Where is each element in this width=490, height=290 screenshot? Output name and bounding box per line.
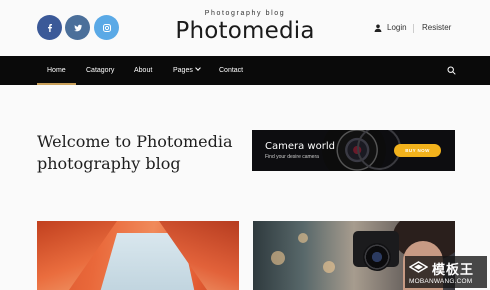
banner-title: Camera world (265, 141, 335, 152)
post-image-tent[interactable] (37, 221, 239, 290)
site-tagline: Photography blog (204, 10, 286, 17)
bokeh-light (298, 233, 308, 243)
nav-item-category[interactable]: Catagory (86, 56, 114, 85)
nav-item-contact[interactable]: Contact (219, 56, 243, 85)
site-logo-text[interactable]: Photomedia (0, 18, 490, 44)
nav-item-pages[interactable]: Pages (173, 56, 201, 85)
bokeh-light (323, 261, 335, 273)
search-icon[interactable] (447, 66, 456, 75)
nav-label: Pages (173, 67, 193, 74)
camera-banner[interactable]: Camera world Find your desire camera BUY… (252, 130, 455, 171)
welcome-heading: Welcome to Photomedia photography blog (37, 131, 237, 175)
watermark-logo-icon (409, 261, 428, 273)
nav-label: Catagory (86, 67, 115, 74)
login-label: Login (387, 23, 407, 32)
nav-item-home[interactable]: Home (37, 56, 76, 85)
site-header: Photography blog Photomedia Login Resist… (0, 0, 490, 56)
watermark-url: MOBANWANG.COM (409, 278, 473, 285)
bokeh-light (271, 251, 285, 265)
nav-label: Contact (219, 67, 244, 74)
camera-lens (363, 243, 391, 271)
watermark-cn: 模板王 (432, 263, 475, 278)
user-icon (374, 24, 382, 32)
header-divider (413, 24, 414, 33)
main-nav: Home Catagory About Pages Contact (0, 56, 490, 85)
welcome-line-1: Welcome to Photomedia (37, 132, 233, 151)
nav-label: About (134, 67, 153, 74)
buy-now-button[interactable]: BUY NOW (394, 144, 441, 157)
chevron-down-icon (195, 65, 201, 71)
watermark: 模板王 MOBANWANG.COM (405, 256, 487, 288)
register-link[interactable]: Resister (422, 23, 451, 32)
nav-item-about[interactable]: About (134, 56, 152, 85)
welcome-line-2: photography blog (37, 154, 181, 173)
register-label: Resister (422, 23, 452, 32)
banner-subtitle: Find your desire camera (265, 154, 319, 160)
nav-label: Home (47, 67, 66, 74)
login-link[interactable]: Login (374, 23, 407, 32)
